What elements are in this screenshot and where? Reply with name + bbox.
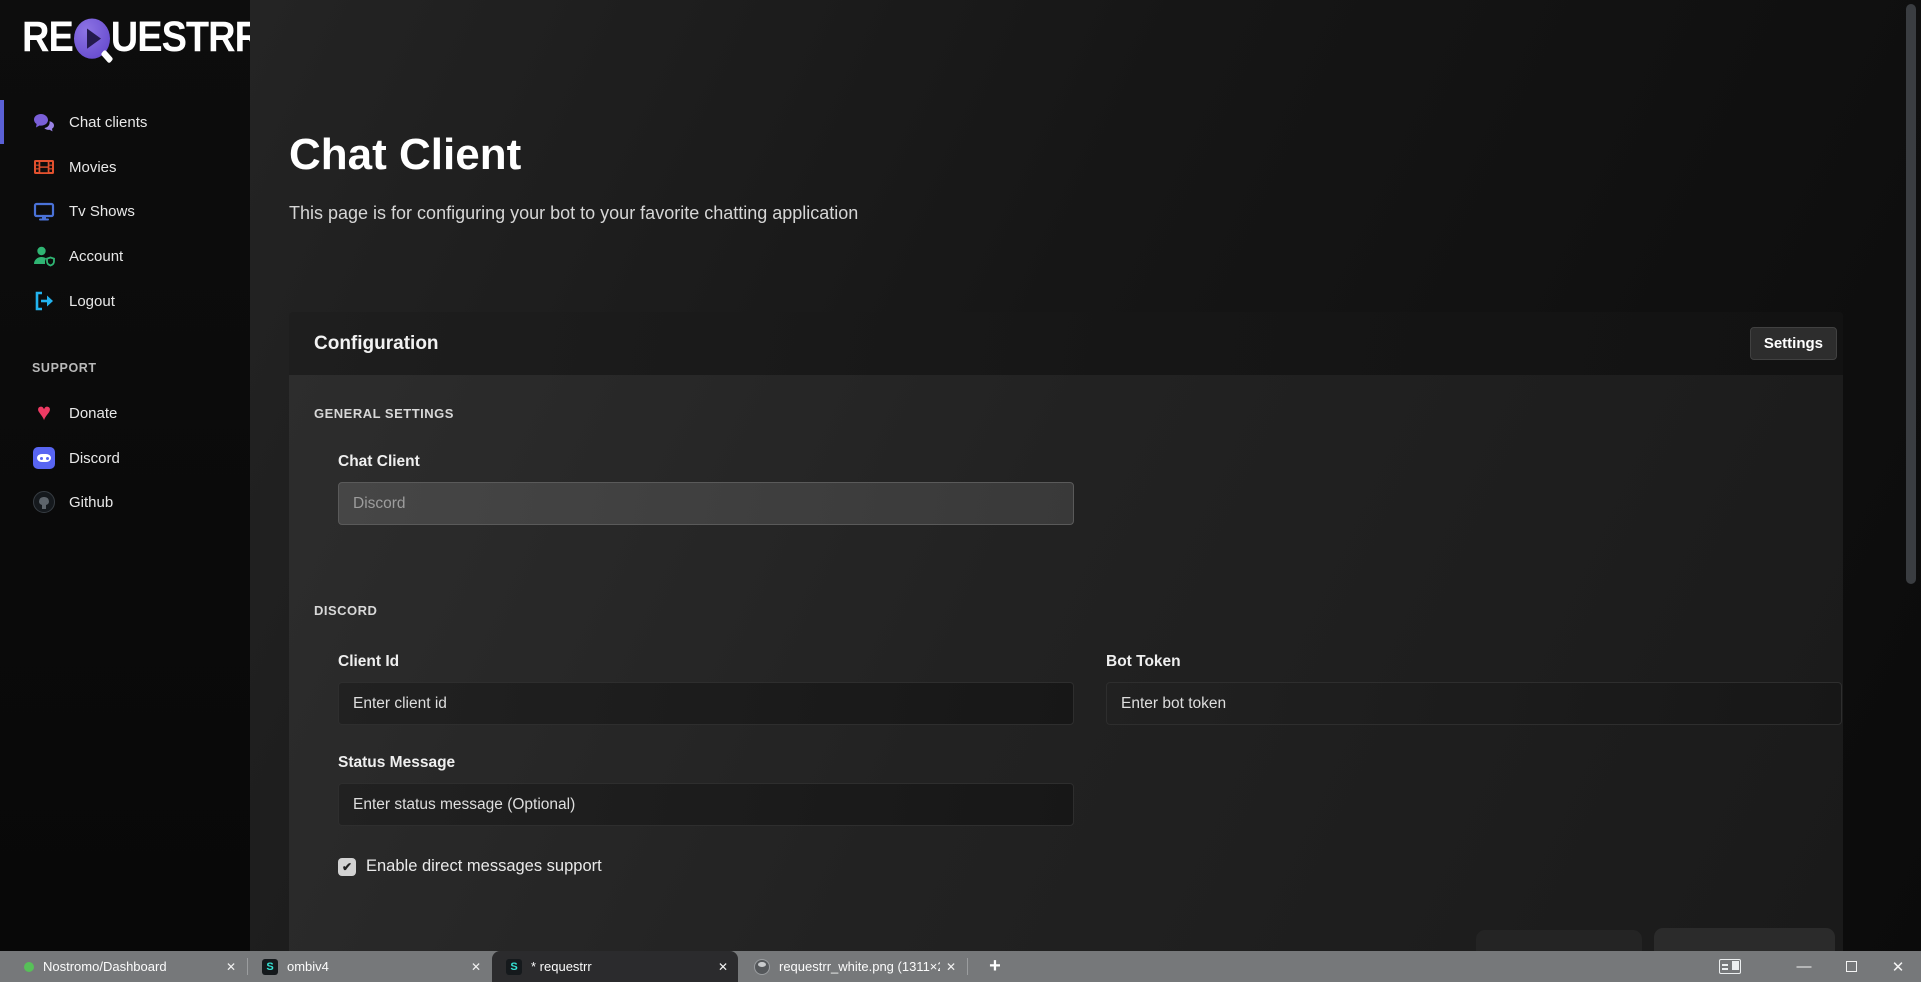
settings-button[interactable]: Settings: [1750, 327, 1837, 360]
close-window-button[interactable]: ✕: [1883, 951, 1913, 982]
tab-nostromo-dashboard[interactable]: Nostromo/Dashboard ✕: [0, 951, 246, 982]
page-subtitle: This page is for configuring your bot to…: [289, 203, 858, 224]
desktop: RE UESTRR Chat clients Movies Tv Shows: [0, 0, 1921, 982]
dm-support-checkbox[interactable]: ✔: [338, 858, 356, 876]
client-id-label: Client Id: [338, 653, 399, 671]
panel-body: GENERAL SETTINGS Chat Client DISCORD Cli…: [289, 375, 1843, 951]
vertical-scrollbar[interactable]: [1906, 4, 1916, 584]
discord-section-heading: DISCORD: [314, 603, 377, 618]
panel-toggle-icon[interactable]: [1719, 959, 1741, 974]
minimize-button[interactable]: —: [1789, 951, 1819, 982]
heart-icon: ♥: [31, 400, 57, 426]
green-dot-favicon: [24, 962, 34, 972]
discord-icon: [31, 445, 57, 471]
sidebar-item-github[interactable]: Github: [0, 480, 250, 524]
s-logo-favicon: S: [506, 959, 522, 975]
logo-text-pre: RE: [22, 14, 73, 62]
close-tab-icon[interactable]: ✕: [226, 960, 236, 974]
sidebar-item-tv-shows[interactable]: Tv Shows: [0, 189, 250, 233]
sidebar-item-label: Account: [69, 248, 123, 265]
window-controls: — ✕: [1719, 951, 1921, 982]
close-tab-icon[interactable]: ✕: [946, 960, 956, 974]
chat-client-label: Chat Client: [338, 453, 420, 471]
tab-separator: [967, 958, 968, 975]
client-id-input[interactable]: [338, 682, 1074, 725]
page-title: Chat Client: [289, 130, 521, 180]
close-tab-icon[interactable]: ✕: [718, 960, 728, 974]
sidebar-item-chat-clients[interactable]: Chat clients: [0, 100, 250, 144]
sidebar-item-label: Discord: [69, 450, 120, 467]
film-icon: [31, 154, 57, 180]
sidebar-item-label: Chat clients: [69, 114, 147, 131]
globe-favicon: [754, 959, 770, 975]
logo-text-post: UESTRR: [111, 14, 261, 62]
bot-token-label: Bot Token: [1106, 653, 1181, 671]
tab-title: requestrr_white.png (1311×232): [779, 959, 940, 974]
sidebar-item-logout[interactable]: Logout: [0, 279, 250, 323]
tab-title: Nostromo/Dashboard: [43, 959, 220, 974]
sidebar-item-label: Logout: [69, 293, 115, 310]
tab-requestrr-active[interactable]: S * requestrr ✕: [492, 951, 738, 982]
tab-ombiv4[interactable]: S ombiv4 ✕: [248, 951, 491, 982]
sidebar-item-label: Donate: [69, 405, 117, 422]
panel-header: Configuration Settings: [289, 312, 1843, 375]
close-tab-icon[interactable]: ✕: [471, 960, 481, 974]
requestrr-logo[interactable]: RE UESTRR: [22, 14, 261, 62]
user-shield-icon: [31, 243, 57, 269]
support-section-heading: SUPPORT: [32, 361, 97, 375]
play-button-icon: [74, 18, 110, 58]
new-tab-button[interactable]: +: [975, 951, 1015, 982]
bottom-tab-bar: Nostromo/Dashboard ✕ S ombiv4 ✕ S * requ…: [0, 951, 1921, 982]
dm-support-label: Enable direct messages support: [366, 857, 602, 876]
tab-title: * requestrr: [531, 959, 712, 974]
status-message-input[interactable]: [338, 783, 1074, 826]
maximize-button[interactable]: [1836, 951, 1866, 982]
s-logo-favicon: S: [262, 959, 278, 975]
tv-icon: [31, 198, 57, 224]
chat-client-select[interactable]: [338, 482, 1074, 525]
bot-token-input[interactable]: [1106, 682, 1842, 725]
sidebar-item-discord[interactable]: Discord: [0, 436, 250, 480]
tab-requestrr-white-png[interactable]: requestrr_white.png (1311×232) ✕: [740, 951, 966, 982]
chat-bubbles-icon: [31, 109, 57, 135]
github-icon: [31, 489, 57, 515]
sidebar-item-movies[interactable]: Movies: [0, 145, 250, 189]
bottom-action-button-1[interactable]: [1476, 930, 1642, 951]
maximize-icon: [1846, 961, 1857, 972]
dm-support-checkbox-row: ✔ Enable direct messages support: [338, 857, 602, 876]
logout-icon: [31, 288, 57, 314]
bottom-action-button-2[interactable]: [1654, 928, 1835, 951]
configuration-panel: Configuration Settings GENERAL SETTINGS …: [289, 312, 1843, 951]
sidebar-item-label: Movies: [69, 159, 117, 176]
sidebar: RE UESTRR Chat clients Movies Tv Shows: [0, 0, 250, 951]
sidebar-item-account[interactable]: Account: [0, 234, 250, 278]
general-settings-heading: GENERAL SETTINGS: [314, 406, 454, 421]
status-message-label: Status Message: [338, 754, 455, 772]
sidebar-item-label: Github: [69, 494, 113, 511]
tab-title: ombiv4: [287, 959, 465, 974]
main-content: Chat Client This page is for configuring…: [250, 0, 1921, 951]
sidebar-item-label: Tv Shows: [69, 203, 135, 220]
panel-title: Configuration: [314, 333, 439, 355]
sidebar-item-donate[interactable]: ♥ Donate: [0, 391, 250, 435]
